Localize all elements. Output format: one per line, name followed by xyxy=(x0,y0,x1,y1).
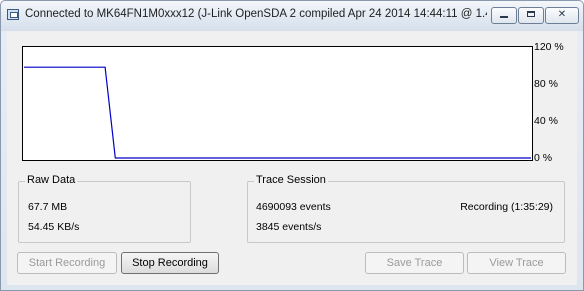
raw-data-size: 67.7 MB xyxy=(28,201,68,213)
save-trace-button[interactable]: Save Trace xyxy=(365,252,464,274)
chart-series-line xyxy=(24,66,531,159)
raw-data-rate: 54.45 KB/s xyxy=(28,221,80,233)
trace-session-group: Trace Session 4690093 events 3845 events… xyxy=(247,174,565,243)
app-icon xyxy=(7,9,19,20)
y-tick-label: 80 % xyxy=(534,78,558,90)
trace-event-count: 4690093 events xyxy=(256,201,331,213)
trace-chart-plot xyxy=(24,66,531,159)
window-title: Connected to MK64FN1M0xxx12 (J-Link Open… xyxy=(25,8,487,20)
maximize-icon xyxy=(527,11,535,17)
stop-recording-button[interactable]: Stop Recording xyxy=(121,252,219,274)
maximize-button[interactable] xyxy=(518,7,544,24)
y-tick-label: 120 % xyxy=(534,41,564,53)
raw-data-group-title: Raw Data xyxy=(25,174,78,186)
view-trace-button[interactable]: View Trace xyxy=(467,252,566,274)
raw-data-group: Raw Data 67.7 MB 54.45 KB/s xyxy=(18,174,191,243)
close-icon: ✕ xyxy=(557,9,567,20)
trace-session-group-title: Trace Session xyxy=(254,174,328,186)
trace-event-rate: 3845 events/s xyxy=(256,221,322,233)
y-tick-label: 40 % xyxy=(534,115,558,127)
minimize-button[interactable] xyxy=(491,7,517,24)
minimize-icon xyxy=(500,16,508,18)
close-button[interactable]: ✕ xyxy=(545,7,579,24)
y-tick-label: 0 % xyxy=(534,152,553,164)
start-recording-button[interactable]: Start Recording xyxy=(17,252,117,274)
title-bar[interactable]: Connected to MK64FN1M0xxx12 (J-Link Open… xyxy=(1,1,583,31)
trace-chart xyxy=(22,46,533,161)
recording-status: Recording (1:35:29) xyxy=(460,201,553,213)
